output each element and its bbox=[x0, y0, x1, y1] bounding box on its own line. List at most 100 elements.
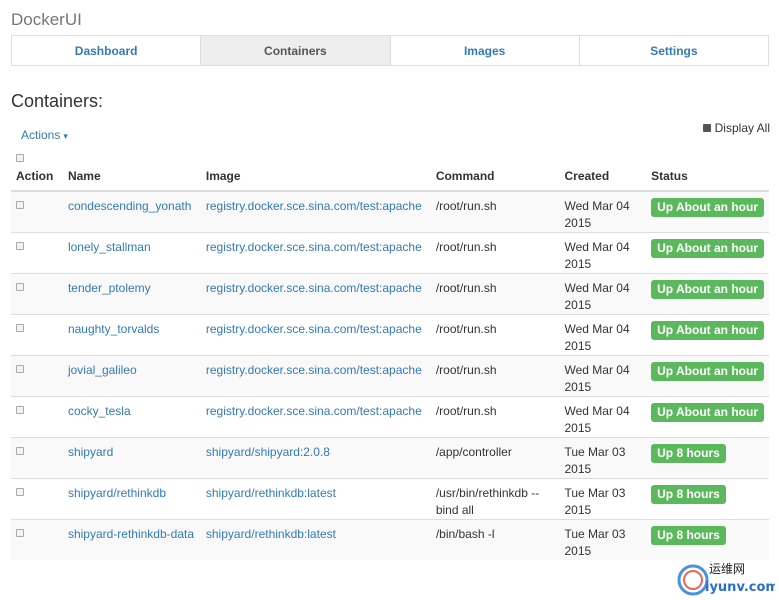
row-created-cell: Wed Mar 04 2015 bbox=[559, 396, 647, 438]
row-status-cell: Up 8 hours bbox=[646, 437, 769, 479]
row-name-cell: lonely_stallman bbox=[62, 232, 201, 274]
container-image-link[interactable]: registry.docker.sce.sina.com/test:apache bbox=[206, 240, 422, 254]
container-image-link[interactable]: registry.docker.sce.sina.com/test:apache bbox=[206, 199, 422, 213]
row-command-cell: /root/run.sh bbox=[430, 273, 560, 315]
watermark-logo: 运维网 iyunv.com bbox=[677, 562, 775, 596]
table-row: naughty_torvalds registry.docker.sce.sina… bbox=[11, 314, 769, 356]
row-name-cell: jovial_galileo bbox=[62, 355, 201, 397]
container-name-link[interactable]: naughty_torvalds bbox=[68, 322, 159, 336]
table-header-row: Action Name Image Command Created Status bbox=[11, 154, 769, 192]
row-command-cell: /root/run.sh bbox=[430, 232, 560, 274]
tab-dashboard[interactable]: Dashboard bbox=[12, 36, 202, 65]
row-image-cell: registry.docker.sce.sina.com/test:apache bbox=[200, 232, 431, 274]
table-row: cocky_tesla registry.docker.sce.sina.com/… bbox=[11, 396, 769, 438]
container-name-link[interactable]: cocky_tesla bbox=[68, 404, 131, 418]
header-status: Status bbox=[646, 154, 769, 192]
container-image-link[interactable]: registry.docker.sce.sina.com/test:apache bbox=[206, 322, 422, 336]
status-badge: Up About an hour bbox=[651, 321, 764, 340]
row-created-cell: Tue Mar 03 2015 bbox=[559, 519, 647, 560]
row-image-cell: shipyard/rethinkdb:latest bbox=[200, 478, 431, 520]
row-status-cell: Up About an hour bbox=[646, 396, 769, 438]
row-command-cell: /usr/bin/rethinkdb --bind all bbox=[430, 478, 560, 520]
row-name-cell: shipyard-rethinkdb-data bbox=[62, 519, 201, 560]
tab-settings[interactable]: Settings bbox=[580, 36, 768, 65]
container-name-link[interactable]: jovial_galileo bbox=[68, 363, 137, 377]
container-name-link[interactable]: lonely_stallman bbox=[68, 240, 151, 254]
table-body: condescending_yonath registry.docker.sce.… bbox=[11, 190, 769, 560]
container-image-link[interactable]: shipyard/rethinkdb:latest bbox=[206, 486, 336, 500]
main-nav: Dashboard Containers Images Settings bbox=[11, 35, 769, 66]
row-action-cell bbox=[11, 273, 63, 315]
row-image-cell: shipyard/shipyard:2.0.8 bbox=[200, 437, 431, 479]
container-name-link[interactable]: shipyard/rethinkdb bbox=[68, 486, 166, 500]
status-badge: Up About an hour bbox=[651, 403, 764, 422]
row-select-checkbox[interactable] bbox=[16, 324, 24, 332]
row-status-cell: Up About an hour bbox=[646, 190, 769, 233]
row-image-cell: shipyard/rethinkdb:latest bbox=[200, 519, 431, 560]
row-name-cell: shipyard bbox=[62, 437, 201, 479]
table-row: shipyard-rethinkdb-data shipyard/rethinkd… bbox=[11, 519, 769, 560]
row-created-cell: Wed Mar 04 2015 bbox=[559, 314, 647, 356]
container-image-link[interactable]: shipyard/rethinkdb:latest bbox=[206, 527, 336, 541]
status-badge: Up 8 hours bbox=[651, 526, 726, 545]
row-created-cell: Wed Mar 04 2015 bbox=[559, 232, 647, 274]
table-row: jovial_galileo registry.docker.sce.sina.c… bbox=[11, 355, 769, 397]
row-select-checkbox[interactable] bbox=[16, 529, 24, 537]
watermark-text-cn: 运维网 bbox=[709, 562, 745, 576]
row-action-cell bbox=[11, 519, 63, 560]
container-name-link[interactable]: shipyard-rethinkdb-data bbox=[68, 527, 194, 541]
row-select-checkbox[interactable] bbox=[16, 365, 24, 373]
row-name-cell: naughty_torvalds bbox=[62, 314, 201, 356]
row-command-cell: /bin/bash -l bbox=[430, 519, 560, 560]
containers-table: Action Name Image Command Created Status… bbox=[11, 154, 769, 560]
status-badge: Up About an hour bbox=[651, 362, 764, 381]
select-all-checkbox[interactable] bbox=[16, 154, 24, 162]
tab-images[interactable]: Images bbox=[391, 36, 580, 65]
container-name-link[interactable]: tender_ptolemy bbox=[68, 281, 151, 295]
row-action-cell bbox=[11, 478, 63, 520]
row-select-checkbox[interactable] bbox=[16, 447, 24, 455]
container-name-link[interactable]: shipyard bbox=[68, 445, 113, 459]
row-status-cell: Up About an hour bbox=[646, 314, 769, 356]
row-image-cell: registry.docker.sce.sina.com/test:apache bbox=[200, 355, 431, 397]
row-status-cell: Up About an hour bbox=[646, 355, 769, 397]
container-image-link[interactable]: registry.docker.sce.sina.com/test:apache bbox=[206, 404, 422, 418]
row-name-cell: tender_ptolemy bbox=[62, 273, 201, 315]
row-status-cell: Up 8 hours bbox=[646, 478, 769, 520]
header-action-label: Action bbox=[16, 169, 54, 183]
row-select-checkbox[interactable] bbox=[16, 201, 24, 209]
row-created-cell: Wed Mar 04 2015 bbox=[559, 355, 647, 397]
row-select-checkbox[interactable] bbox=[16, 283, 24, 291]
row-created-cell: Tue Mar 03 2015 bbox=[559, 478, 647, 520]
tab-containers[interactable]: Containers bbox=[201, 36, 391, 65]
caret-down-icon: ▾ bbox=[63, 131, 68, 141]
display-all-label: Display All bbox=[714, 121, 770, 135]
display-all-checkbox[interactable] bbox=[702, 124, 711, 132]
table-row: shipyard/rethinkdb shipyard/rethinkdb:lat… bbox=[11, 478, 769, 520]
status-badge: Up About an hour bbox=[651, 280, 764, 299]
container-image-link[interactable]: registry.docker.sce.sina.com/test:apache bbox=[206, 363, 422, 377]
row-image-cell: registry.docker.sce.sina.com/test:apache bbox=[200, 273, 431, 315]
row-select-checkbox[interactable] bbox=[16, 406, 24, 414]
row-action-cell bbox=[11, 437, 63, 479]
row-action-cell bbox=[11, 314, 63, 356]
status-badge: Up About an hour bbox=[651, 239, 764, 258]
display-all-toggle[interactable]: Display All bbox=[702, 121, 770, 135]
container-image-link[interactable]: registry.docker.sce.sina.com/test:apache bbox=[206, 281, 422, 295]
page-title: Containers: bbox=[11, 91, 104, 111]
row-select-checkbox[interactable] bbox=[16, 242, 24, 250]
row-action-cell bbox=[11, 355, 63, 397]
status-badge: Up 8 hours bbox=[651, 444, 726, 463]
row-action-cell bbox=[11, 396, 63, 438]
table-row: tender_ptolemy registry.docker.sce.sina.c… bbox=[11, 273, 769, 315]
row-select-checkbox[interactable] bbox=[16, 488, 24, 496]
row-name-cell: shipyard/rethinkdb bbox=[62, 478, 201, 520]
actions-dropdown[interactable]: Actions ▾ bbox=[21, 128, 68, 142]
row-command-cell: /root/run.sh bbox=[430, 314, 560, 356]
container-name-link[interactable]: condescending_yonath bbox=[68, 199, 191, 213]
container-image-link[interactable]: shipyard/shipyard:2.0.8 bbox=[206, 445, 330, 459]
app-brand[interactable]: DockerUI bbox=[11, 10, 82, 30]
actions-label: Actions bbox=[21, 128, 61, 142]
row-created-cell: Tue Mar 03 2015 bbox=[559, 437, 647, 479]
row-action-cell bbox=[11, 232, 63, 274]
